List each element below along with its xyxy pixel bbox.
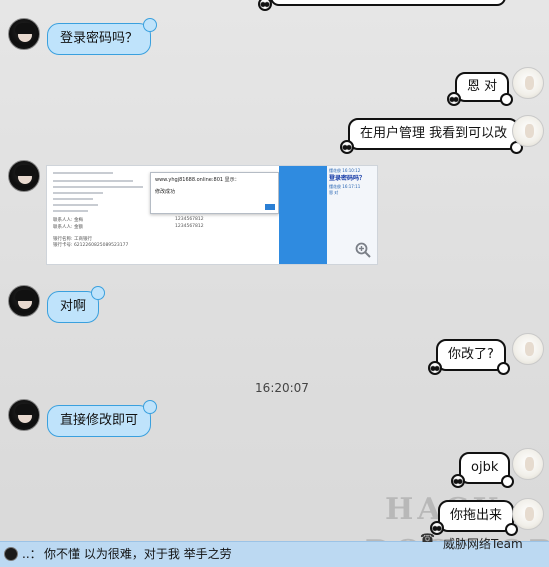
- contact-avatar[interactable]: [8, 18, 40, 50]
- side-time: 16:10:12: [342, 168, 361, 173]
- my-avatar[interactable]: [512, 67, 544, 99]
- message-text: 你拖出来: [450, 508, 503, 523]
- watermark-team: 威胁网络Team: [443, 537, 523, 551]
- message-text: 直接修改即可: [60, 413, 139, 428]
- contact-avatar[interactable]: [8, 285, 40, 317]
- contact-avatar[interactable]: [8, 160, 40, 192]
- message-text: 你改了?: [448, 347, 494, 362]
- message-bubble-incoming[interactable]: 对啊: [47, 286, 106, 323]
- wechat-logo-icon: ☎: [420, 531, 435, 545]
- message-bubble-incoming[interactable]: 直接修改即可: [47, 400, 158, 437]
- panda-sticker-icon: [258, 0, 272, 11]
- dialog-text: 修改成功: [155, 189, 176, 195]
- side-time: 16:17:11: [342, 184, 361, 189]
- dialog-title: www.yhgj81688.online:801 显示：: [155, 177, 240, 183]
- panda-sticker-icon: [340, 140, 354, 154]
- screenshot-blue-panel: [279, 166, 327, 264]
- message-text: ojbk: [471, 460, 499, 475]
- my-avatar[interactable]: [512, 115, 544, 147]
- side-message: 登录密码吗？: [329, 175, 366, 182]
- preview-avatar: [4, 547, 18, 561]
- message-bubble-outgoing[interactable]: 你改了?: [436, 339, 510, 375]
- panda-sticker-icon: [447, 92, 461, 106]
- dialog-ok-button: [265, 204, 275, 210]
- screenshot-row-value: 1234567812: [175, 224, 204, 229]
- message-bubble-outgoing[interactable]: 你拖出来: [438, 500, 519, 536]
- contact-avatar[interactable]: [8, 399, 40, 431]
- preview-prefix: ..：: [22, 547, 42, 561]
- message-text: 对啊: [60, 299, 87, 314]
- message-text: 在用户管理 我看到可以改: [360, 126, 508, 141]
- screenshot-row-value: 1234567812: [175, 217, 204, 222]
- message-timestamp: 16:20:07: [255, 381, 309, 395]
- chat-preview-bar[interactable]: ..： 你不懂 以为很难，对于我 举手之劳 ☎ 威胁网络Team: [0, 531, 549, 567]
- my-avatar[interactable]: [512, 333, 544, 365]
- message-text: 恩 对: [467, 79, 498, 94]
- message-bubble-outgoing[interactable]: ojbk: [459, 452, 515, 488]
- side-name: 懂花俊: [329, 168, 341, 173]
- message-bubble-incoming[interactable]: 登录密码吗？: [47, 18, 158, 55]
- screenshot-alert-dialog: www.yhgj81688.online:801 显示： 修改成功: [150, 172, 279, 214]
- panda-sticker-icon: [428, 361, 442, 375]
- preview-text: 你不懂 以为很难，对于我 举手之劳: [44, 547, 232, 561]
- screenshot-row-text: 联系人人: 金梅: [53, 218, 83, 223]
- my-avatar[interactable]: [512, 448, 544, 480]
- screenshot-row-text: 联系人人: 金额: [53, 225, 83, 230]
- message-bubble-outgoing[interactable]: 恩 对: [455, 72, 514, 106]
- image-message[interactable]: 联系人人: 金梅 1234567812 联系人人: 金额 1234567812 …: [46, 165, 378, 265]
- message-text: 登录密码吗？: [60, 31, 139, 46]
- previous-message-bubble: [270, 0, 506, 6]
- side-name: 懂花俊: [329, 184, 341, 189]
- my-avatar[interactable]: [512, 498, 544, 530]
- side-message: 恩 对: [329, 190, 339, 195]
- screenshot-row-text: 银行卡号: 6212260825089523177: [53, 243, 129, 248]
- zoom-icon[interactable]: [355, 242, 371, 258]
- message-bubble-outgoing[interactable]: 在用户管理 我看到可以改: [348, 118, 524, 154]
- panda-sticker-icon: [451, 474, 465, 488]
- screenshot-document: 联系人人: 金梅 1234567812 联系人人: 金额 1234567812 …: [47, 166, 279, 264]
